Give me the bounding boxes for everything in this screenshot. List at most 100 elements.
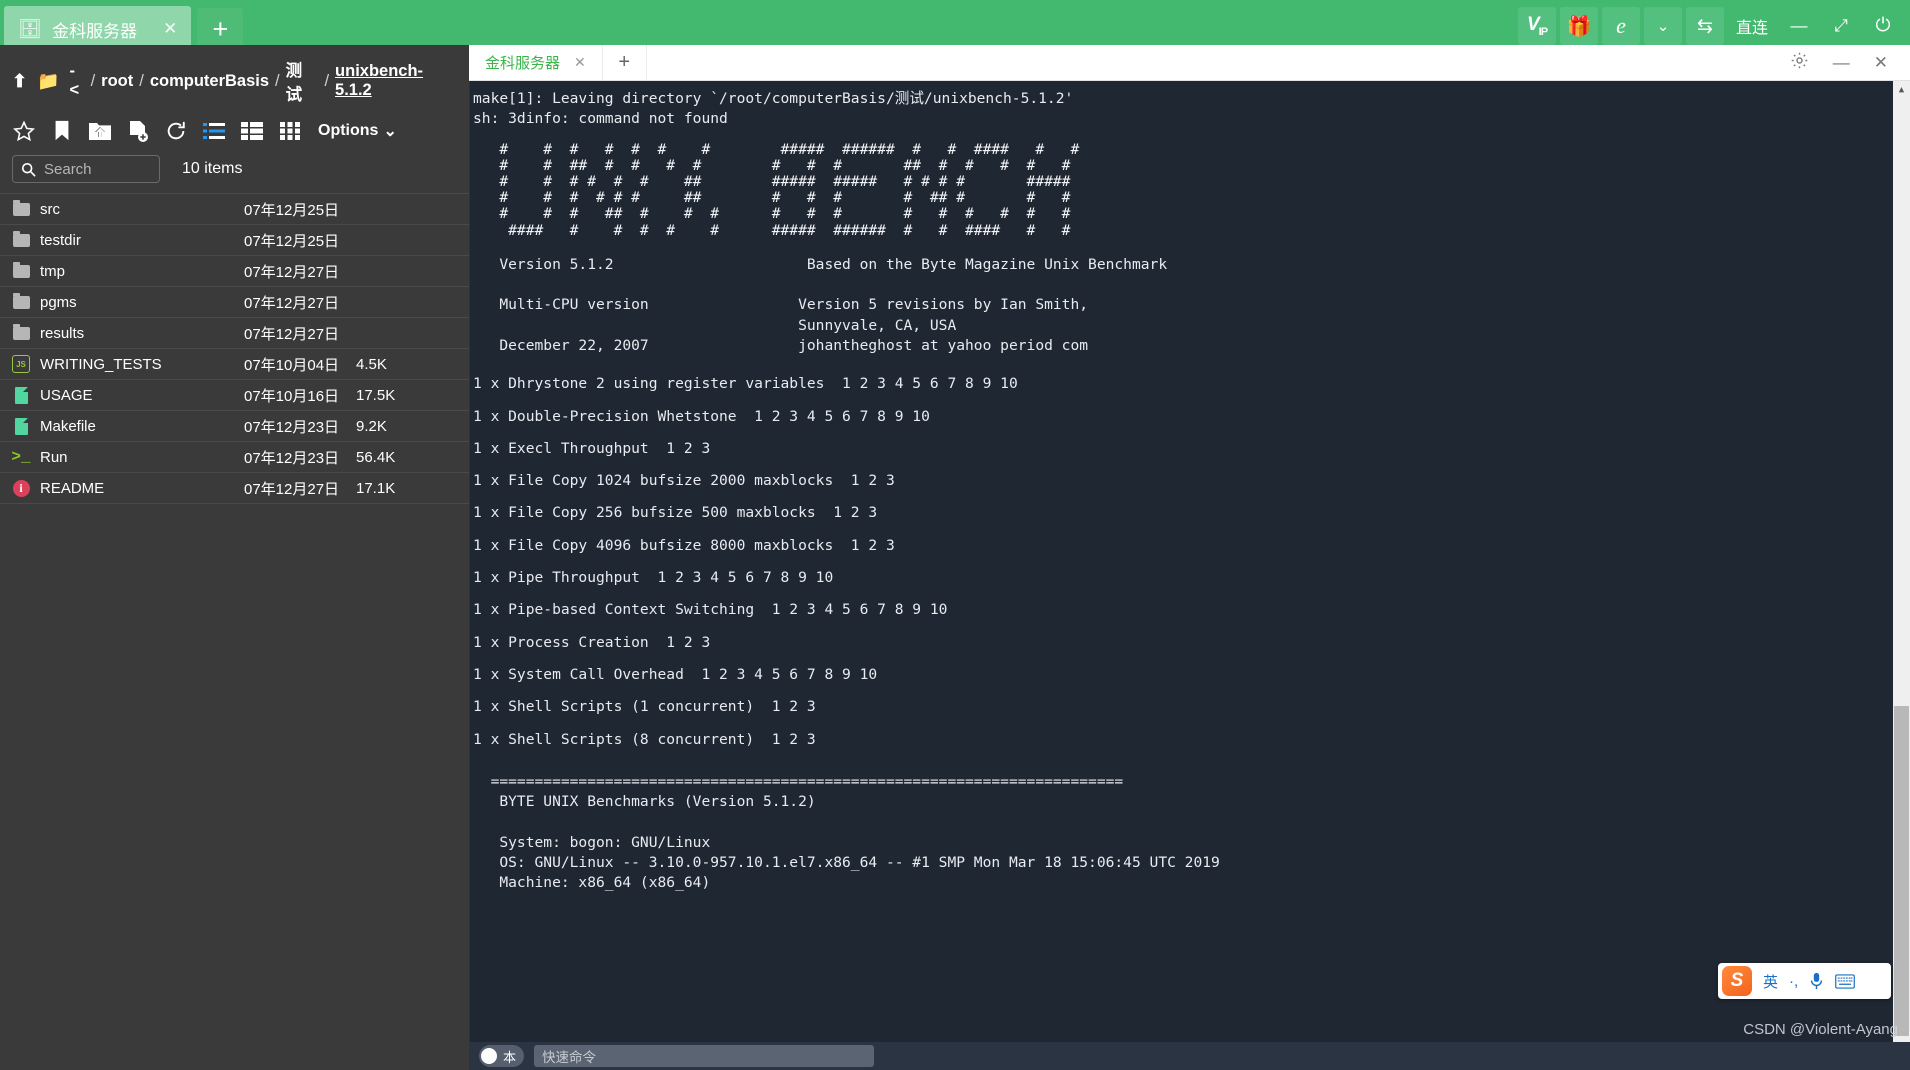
terminal-scrollbar[interactable]: ▲ — [1893, 81, 1910, 1070]
file-row[interactable]: src 07年12月25日 — [0, 194, 469, 225]
close-icon[interactable]: ✕ — [574, 54, 586, 71]
file-date: 07年12月23日 — [244, 418, 340, 436]
file-row[interactable]: JS WRITING_TESTS 07年10月04日 4.5K — [0, 349, 469, 380]
file-size: 9.2K — [356, 417, 387, 435]
ime-dot-icon — [481, 1048, 497, 1064]
chevron-down-icon[interactable]: ⌄ — [1644, 7, 1682, 45]
file-row[interactable]: testdir 07年12月25日 — [0, 225, 469, 256]
watermark-label: CSDN @Violent-Ayang — [1743, 1021, 1898, 1038]
file-date: 07年10月04日 — [244, 356, 340, 374]
grid-view-icon[interactable] — [278, 119, 302, 143]
file-date: 07年12月27日 — [244, 325, 340, 343]
folder-icon — [12, 323, 30, 340]
folder-icon — [12, 199, 30, 216]
session-tab-label: 金科服务器 — [52, 21, 138, 41]
terminal-test-line: 1 x Execl Throughput 1 2 3 — [473, 439, 711, 457]
breadcrumb-separator: / — [324, 71, 330, 90]
options-label: Options — [318, 122, 379, 139]
terminal-header-lines: make[1]: Leaving directory `/root/comput… — [473, 90, 1074, 128]
breadcrumb-item-0[interactable]: -< — [70, 62, 85, 100]
terminal-version-block: Version 5.1.2 Based on the Byte Magazine… — [499, 255, 1168, 354]
file-name: src — [40, 200, 60, 218]
new-session-tab-button[interactable]: + — [197, 8, 244, 50]
breadcrumb-separator: / — [139, 71, 144, 90]
new-terminal-tab-button[interactable]: + — [603, 45, 647, 80]
terminal-test-line: 1 x Pipe-based Context Switching 1 2 3 4… — [473, 601, 948, 619]
breadcrumb-item-3[interactable]: 测试 — [286, 57, 319, 105]
terminal-test-line: 1 x Pipe Throughput 1 2 3 4 5 6 7 8 9 10 — [473, 569, 834, 587]
star-icon[interactable] — [12, 119, 36, 143]
terminal-test-line: 1 x File Copy 1024 bufsize 2000 maxblock… — [473, 472, 895, 490]
ie-browser-icon[interactable]: e — [1602, 7, 1640, 45]
ime-toggle-button[interactable]: 本 — [479, 1045, 525, 1067]
power-button[interactable]: ⏻ — [1864, 7, 1902, 45]
file-date: 07年12月27日 — [244, 480, 340, 498]
search-input[interactable]: Search — [12, 155, 160, 183]
sogou-logo-icon[interactable]: S — [1722, 966, 1752, 996]
file-row[interactable]: tmp 07年12月27日 — [0, 256, 469, 287]
file-date: 07年12月27日 — [244, 263, 340, 281]
ime-mode-label: 本 — [503, 1049, 517, 1065]
upload-folder-icon[interactable] — [88, 119, 112, 143]
quick-command-input[interactable]: 快速命令 — [534, 1045, 875, 1067]
search-placeholder: Search — [44, 160, 92, 178]
folder-icon[interactable]: 📁 — [37, 71, 59, 92]
list-view-icon[interactable] — [202, 119, 226, 143]
folder-icon — [12, 261, 30, 278]
file-row[interactable]: Makefile 07年12月23日 9.2K — [0, 411, 469, 442]
close-icon[interactable]: ✕ — [147, 19, 177, 39]
ime-language-mode[interactable]: 英 — [1763, 971, 1778, 992]
terminal-window-buttons: — ✕ — [1768, 45, 1910, 80]
go-up-icon[interactable]: ⬆ — [12, 71, 27, 92]
file-row[interactable]: pgms 07年12月27日 — [0, 287, 469, 318]
file-row[interactable]: >_ Run 07年12月23日 56.4K — [0, 442, 469, 473]
terminal-test-line: 1 x Shell Scripts (1 concurrent) 1 2 3 — [473, 698, 816, 716]
refresh-icon[interactable] — [164, 119, 188, 143]
gift-icon[interactable]: 🎁 — [1560, 7, 1598, 45]
terminal-gutter — [469, 81, 470, 1070]
terminal-test-line: 1 x Double-Precision Whetstone 1 2 3 4 5… — [473, 407, 930, 425]
terminal-test-line: 1 x Process Creation 1 2 3 — [473, 633, 711, 651]
minimize-button[interactable]: — — [1833, 53, 1850, 73]
keyboard-icon[interactable] — [1835, 973, 1856, 989]
terminal-output[interactable]: make[1]: Leaving directory `/root/comput… — [469, 81, 1910, 1070]
file-date: 07年12月23日 — [244, 449, 340, 467]
terminal-tab[interactable]: 金科服务器 ✕ — [469, 45, 603, 80]
document-icon — [14, 417, 28, 435]
breadcrumb-separator: / — [275, 71, 280, 90]
close-button[interactable]: ✕ — [1874, 53, 1888, 73]
file-row[interactable]: i README 07年12月27日 17.1K — [0, 473, 469, 504]
breadcrumb-item-1[interactable]: root — [101, 72, 133, 91]
microphone-icon[interactable] — [1809, 972, 1824, 990]
file-size: 17.1K — [356, 479, 396, 497]
direct-connect-button[interactable]: 直连 — [1728, 7, 1776, 45]
apps-grid-icon[interactable] — [1866, 974, 1881, 989]
file-name: WRITING_TESTS — [40, 355, 162, 373]
terminal-test-line: 1 x File Copy 256 bufsize 500 maxblocks … — [473, 504, 878, 522]
breadcrumb-item-2[interactable]: computerBasis — [150, 72, 269, 91]
options-menu-button[interactable]: Options ⌄ — [318, 121, 397, 141]
terminal-ascii-art: # # # # # # # ##### ###### # # #### # # … — [499, 140, 1080, 239]
bookmark-icon[interactable] — [50, 119, 74, 143]
detail-view-icon[interactable] — [240, 119, 264, 143]
transfer-icon[interactable]: ⇆ — [1686, 7, 1724, 45]
file-size: 17.5K — [356, 386, 396, 404]
vip-button[interactable]: VIP — [1518, 7, 1556, 45]
file-name: Run — [40, 448, 68, 466]
minimize-button[interactable]: — — [1780, 7, 1818, 45]
file-row[interactable]: results 07年12月27日 — [0, 318, 469, 349]
breadcrumb-item-4[interactable]: unixbench-5.1.2 — [335, 62, 459, 100]
scrollbar-thumb[interactable] — [1894, 706, 1909, 1036]
ime-punctuation-icon[interactable]: ·, — [1789, 973, 1798, 990]
file-row[interactable]: USAGE 07年10月16日 17.5K — [0, 380, 469, 411]
scroll-up-arrow-icon[interactable]: ▲ — [1893, 81, 1910, 98]
settings-gear-icon[interactable] — [1790, 51, 1809, 75]
fullscreen-button[interactable]: ⤢ — [1822, 7, 1860, 45]
terminal-tabbar: 金科服务器 ✕ + — ✕ — [469, 45, 1910, 81]
folder-icon — [12, 292, 30, 309]
file-manager-pane: ⬆ 📁 -< / root / computerBasis / 测试 / uni… — [0, 45, 469, 1070]
chevron-down-icon: ⌄ — [383, 123, 397, 140]
new-file-icon[interactable] — [126, 119, 150, 143]
file-date: 07年12月25日 — [244, 232, 340, 250]
info-icon: i — [12, 479, 30, 497]
